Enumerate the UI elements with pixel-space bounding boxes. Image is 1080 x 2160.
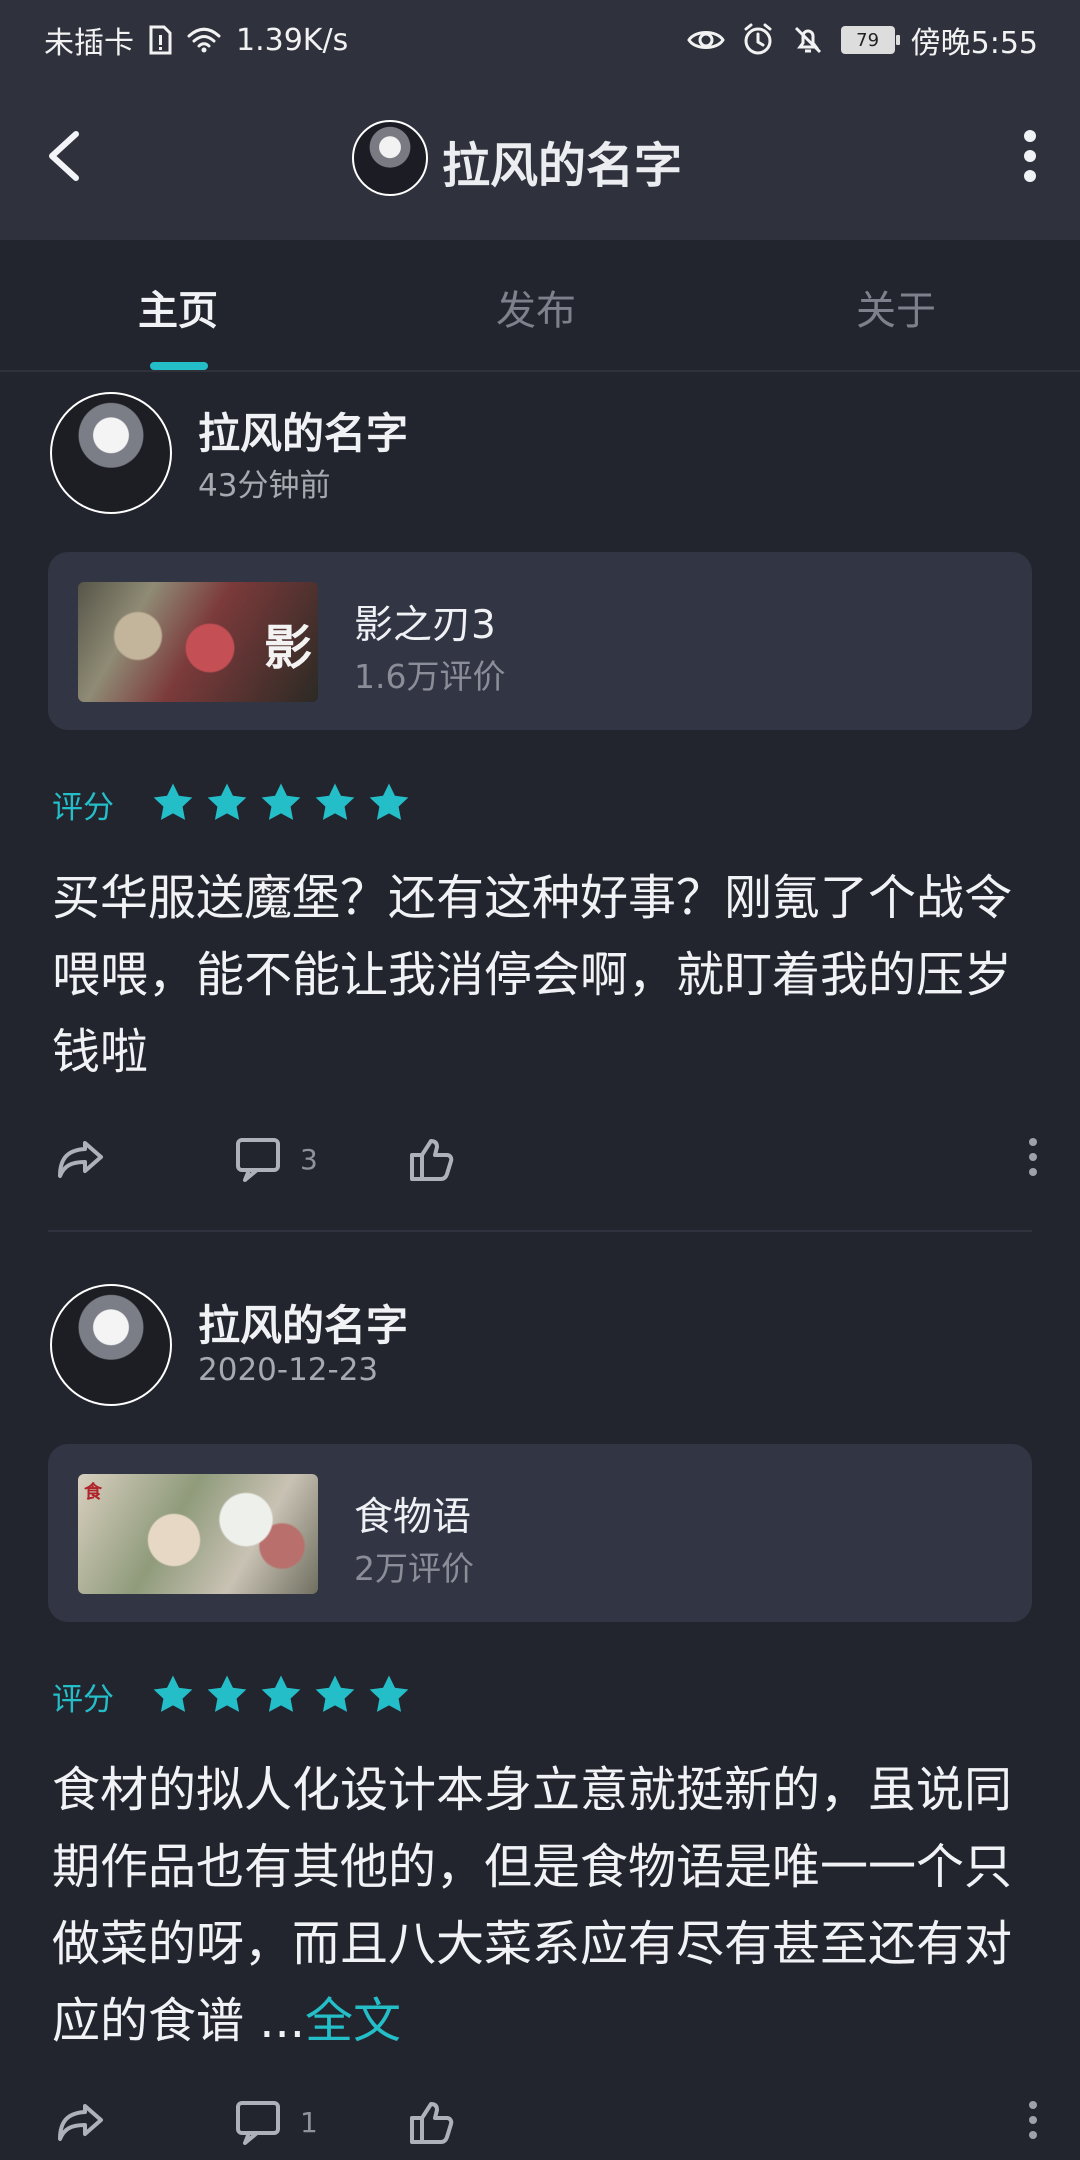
star-icon [207,783,247,820]
star-icon [261,1675,301,1712]
post-body-text: 食材的拟人化设计本身立意就挺新的，虽说同期作品也有其他的，但是食物语是唯一一个只… [52,1762,1013,2049]
tab-bar: 主页 发布 关于 [0,240,1080,372]
network-speed: 1.39K/s [236,22,349,58]
game-card[interactable]: 影 影之刃3 1.6万评价 [48,552,1032,730]
read-more-link[interactable]: 全文 [305,1993,401,2049]
status-bar: 未插卡 1.39K/s 79 傍晚5:55 [0,0,1080,76]
avatar[interactable] [50,1284,172,1406]
game-rating-count: 2万评价 [354,1549,474,1588]
game-card[interactable]: 食 食物语 2万评价 [48,1444,1032,1622]
header-avatar[interactable] [352,120,428,196]
battery-level: 79 [856,29,880,51]
comment-icon[interactable] [230,2094,286,2150]
more-vertical-icon[interactable] [1020,124,1040,188]
star-icon [153,1675,193,1712]
comment-icon[interactable] [230,1131,286,1187]
tab-publish[interactable]: 发布 [496,278,576,336]
post-time: 2020-12-23 [198,1352,379,1388]
mute-bell-icon [794,26,821,54]
rating-label: 评分 [52,1682,114,1718]
post-actions: 1 [0,2088,1080,2158]
comment-count: 3 [300,1143,318,1176]
more-vertical-icon[interactable] [1026,1135,1040,1179]
star-icon [315,1675,355,1712]
rating-label: 评分 [52,790,114,826]
like-icon[interactable] [404,1131,460,1187]
status-left: 未插卡 1.39K/s [44,18,348,62]
clock: 傍晚5:55 [910,26,1038,61]
status-right: 79 傍晚5:55 [686,18,1038,62]
avatar[interactable] [50,392,172,514]
star-icon [369,1675,409,1712]
star-icon [315,783,355,820]
rating-stars [150,780,412,826]
post-text[interactable]: 买华服送魔堡？还有这种好事？刚氪了个战令喂喂，能不能让我消停会啊，就盯着我的压岁… [52,860,1012,1090]
star-icon [153,783,193,820]
eye-icon [686,31,725,49]
tab-home[interactable]: 主页 [138,278,218,336]
game-thumbnail[interactable]: 食 [78,1474,318,1594]
username[interactable]: 拉风的名字 [198,400,408,461]
post-text[interactable]: 食材的拟人化设计本身立意就挺新的，虽说同期作品也有其他的，但是食物语是唯一一个只… [52,1752,1012,2062]
comment-count: 1 [300,2106,318,2139]
active-tab-indicator [150,362,208,370]
battery-icon: 79 [840,26,900,54]
game-name[interactable]: 影之刃3 [354,594,496,650]
more-vertical-icon[interactable] [1026,2098,1040,2142]
post-time: 43分钟前 [198,468,331,504]
username[interactable]: 拉风的名字 [198,1292,408,1353]
page-title: 拉风的名字 [442,138,683,194]
back-icon[interactable] [42,126,90,186]
post-divider [48,1230,1032,1232]
share-icon[interactable] [54,1131,110,1187]
sim-card-icon [149,25,172,55]
carrier-text: 未插卡 [44,26,134,61]
header: 拉风的名字 [0,76,1080,240]
like-icon[interactable] [404,2094,460,2150]
game-logo-icon: 影 [263,620,312,676]
post-card: 拉风的名字 2020-12-23 食 食物语 2万评价 评分 食材的拟人化设计本… [0,1282,1080,2160]
rating-stars [150,1672,412,1718]
star-icon [261,783,301,820]
share-icon[interactable] [54,2094,110,2150]
game-rating-count: 1.6万评价 [354,657,506,696]
game-name[interactable]: 食物语 [354,1486,471,1542]
tab-about[interactable]: 关于 [856,278,936,336]
star-icon [207,1675,247,1712]
post-card: 拉风的名字 43分钟前 影 影之刃3 1.6万评价 评分 买华服送魔堡？还有这种… [0,390,1080,1250]
game-logo-icon: 食 [84,1482,102,1503]
post-actions: 3 [0,1125,1080,1195]
alarm-icon [744,23,772,55]
wifi-icon [187,27,221,53]
star-icon [369,783,409,820]
game-thumbnail[interactable]: 影 [78,582,318,702]
